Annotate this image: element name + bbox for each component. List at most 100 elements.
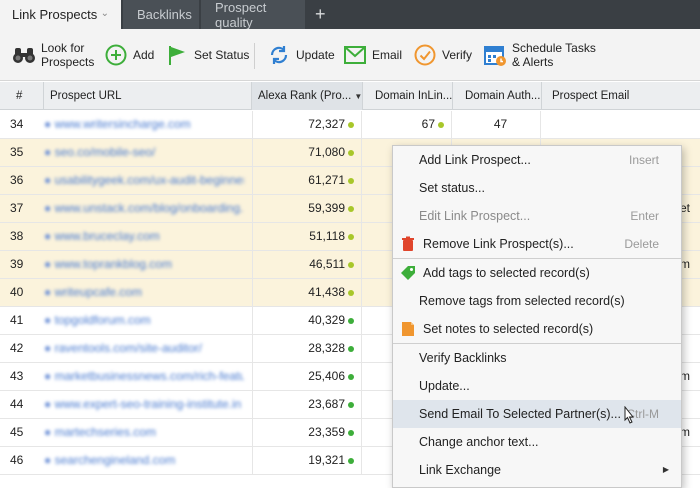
row-number: 41 bbox=[10, 313, 24, 327]
binoculars-icon bbox=[12, 43, 36, 67]
menu-item-label: Link Exchange bbox=[419, 463, 502, 477]
row-number: 36 bbox=[10, 173, 24, 187]
prospect-url[interactable]: ● www.expert-seo-training-institute.in bbox=[44, 391, 244, 418]
row-number: 44 bbox=[10, 397, 24, 411]
menu-item-link-exchange[interactable]: Link Exchange ▶ bbox=[393, 456, 681, 484]
check-circle-icon bbox=[413, 43, 437, 67]
verify-label: Verify bbox=[442, 48, 473, 62]
status-dot bbox=[348, 346, 354, 352]
prospect-url[interactable]: ● searchengineland.com bbox=[44, 447, 244, 474]
add-button[interactable]: Add bbox=[104, 29, 154, 81]
column-header-domain-inlinks[interactable]: Domain InLin... bbox=[363, 82, 453, 110]
add-circle-icon bbox=[104, 43, 128, 67]
domain-authority-cell: 47 bbox=[453, 111, 541, 138]
menu-item-change-anchor-text[interactable]: Change anchor text... bbox=[393, 428, 681, 456]
menu-item-remove-link-prospect-s[interactable]: Remove Link Prospect(s)... Delete bbox=[393, 230, 681, 258]
toolbar-divider bbox=[254, 43, 255, 69]
tab-label: Link Prospects bbox=[12, 7, 98, 22]
prospect-url[interactable]: ● www.toprankblog.com bbox=[44, 251, 244, 278]
status-dot bbox=[348, 262, 354, 268]
tab-bar: Link Prospects ⌄ Backlinks Prospect qual… bbox=[0, 0, 700, 30]
menu-item-label: Set notes to selected record(s) bbox=[423, 322, 594, 336]
envelope-icon bbox=[343, 43, 367, 67]
menu-item-label: Change anchor text... bbox=[419, 435, 539, 449]
chevron-down-icon[interactable]: ⌄ bbox=[101, 8, 109, 19]
column-header-prospect-url[interactable]: Prospect URL bbox=[44, 82, 252, 110]
prospect-url[interactable]: ● topgoldforum.com bbox=[44, 307, 244, 334]
menu-item-label: Remove Link Prospect(s)... bbox=[423, 237, 574, 251]
prospect-url[interactable]: ● usabilitygeek.com/ux-audit-beginner... bbox=[44, 167, 244, 194]
menu-item-set-status[interactable]: Set status... bbox=[393, 174, 681, 202]
menu-item-add-link-prospect[interactable]: Add Link Prospect... Insert bbox=[393, 146, 681, 174]
prospect-url[interactable]: ● writeupcafe.com bbox=[44, 279, 244, 306]
column-header-number[interactable]: # bbox=[0, 82, 44, 110]
menu-item-verify-backlinks[interactable]: Verify Backlinks bbox=[393, 344, 681, 372]
row-number: 40 bbox=[10, 285, 24, 299]
set-status-button[interactable]: Set Status bbox=[165, 29, 249, 81]
email-label: Email bbox=[372, 48, 403, 62]
row-number: 46 bbox=[10, 453, 24, 467]
menu-item-remove-tags-from-selected-record-s[interactable]: Remove tags from selected record(s) bbox=[393, 287, 681, 315]
row-number: 34 bbox=[10, 117, 24, 131]
prospect-url[interactable]: ● martechseries.com bbox=[44, 419, 244, 446]
shortcut-label: Insert bbox=[628, 153, 659, 167]
prospect-email-cell bbox=[542, 111, 700, 138]
menu-item-set-notes-to-selected-record-s[interactable]: Set notes to selected record(s) bbox=[393, 315, 681, 343]
prospect-url[interactable]: ● www.bruceclay.com bbox=[44, 223, 244, 250]
update-label: Update bbox=[296, 48, 335, 62]
column-header-prospect-email[interactable]: Prospect Email bbox=[542, 82, 700, 110]
alexa-rank-cell: 41,438 bbox=[252, 279, 362, 306]
alexa-rank-cell: 25,406 bbox=[252, 363, 362, 390]
row-number: 42 bbox=[10, 341, 24, 355]
schedule-tasks-label: Schedule Tasks & Alerts bbox=[512, 41, 596, 69]
status-dot bbox=[348, 234, 354, 240]
menu-item-label: Verify Backlinks bbox=[419, 351, 507, 365]
column-header-domain-authority[interactable]: Domain Auth... bbox=[453, 82, 542, 110]
tab-backlinks[interactable]: Backlinks bbox=[123, 0, 199, 29]
plus-icon: + bbox=[315, 4, 326, 24]
alexa-rank-cell: 59,399 bbox=[252, 195, 362, 222]
look-for-prospects-button[interactable]: Look for Prospects bbox=[12, 29, 94, 81]
update-button[interactable]: Update bbox=[267, 29, 335, 81]
menu-item-send-email-to-selected-partner-s[interactable]: Send Email To Selected Partner(s)... Ctrl… bbox=[393, 400, 681, 428]
row-number: 38 bbox=[10, 229, 24, 243]
trash-icon bbox=[402, 236, 414, 251]
tab-link-prospects[interactable]: Link Prospects ⌄ bbox=[0, 0, 121, 29]
prospect-url[interactable]: ● www.unstack.com/blog/onboarding... bbox=[44, 195, 244, 222]
verify-button[interactable]: Verify bbox=[413, 29, 472, 81]
status-dot bbox=[348, 318, 354, 324]
add-tab-button[interactable]: + bbox=[305, 0, 336, 29]
row-number: 43 bbox=[10, 369, 24, 383]
menu-item-label: Remove tags from selected record(s) bbox=[419, 294, 625, 308]
submenu-arrow-icon: ▶ bbox=[662, 465, 669, 474]
status-dot bbox=[348, 290, 354, 296]
prospect-url[interactable]: ● seo.co/mobile-seo/ bbox=[44, 139, 244, 166]
email-button[interactable]: Email bbox=[343, 29, 402, 81]
menu-item-update[interactable]: Update... bbox=[393, 372, 681, 400]
prospect-url[interactable]: ● raventools.com/site-auditor/ bbox=[44, 335, 244, 362]
look-for-prospects-label: Look for Prospects bbox=[41, 41, 95, 69]
sort-desc-icon: ▼ bbox=[354, 92, 363, 101]
menu-item-label: Set status... bbox=[419, 181, 486, 195]
alexa-rank-cell: 28,328 bbox=[252, 335, 362, 362]
tab-prospect-quality[interactable]: Prospect quality bbox=[201, 0, 305, 30]
alexa-rank-cell: 23,687 bbox=[252, 391, 362, 418]
menu-item-label: Add Link Prospect... bbox=[419, 153, 531, 167]
table-row[interactable]: 34 ● www.writersincharge.com 72,327 67 47 bbox=[0, 111, 700, 139]
column-header-alexa-rank[interactable]: Alexa Rank (Pro... ▼ bbox=[252, 82, 363, 110]
menu-item-add-tags-to-selected-record-s[interactable]: Add tags to selected record(s) bbox=[393, 259, 681, 287]
status-dot bbox=[348, 402, 354, 408]
row-number: 37 bbox=[10, 201, 24, 215]
menu-item-edit-link-prospect: Edit Link Prospect... Enter bbox=[393, 202, 681, 230]
prospect-url[interactable]: ● www.writersincharge.com bbox=[44, 111, 244, 138]
shortcut-label: Delete bbox=[624, 237, 659, 251]
alexa-rank-cell: 23,359 bbox=[252, 419, 362, 446]
calendar-icon bbox=[483, 43, 507, 67]
schedule-tasks-button[interactable]: Schedule Tasks & Alerts bbox=[483, 29, 596, 81]
alexa-rank-cell: 46,511 bbox=[252, 251, 362, 278]
add-label: Add bbox=[133, 48, 155, 62]
tab-label: Prospect quality bbox=[215, 0, 267, 30]
prospect-url[interactable]: ● marketbusinessnews.com/rich-featu... bbox=[44, 363, 244, 390]
alexa-rank-cell: 40,329 bbox=[252, 307, 362, 334]
set-status-label: Set Status bbox=[194, 48, 250, 62]
